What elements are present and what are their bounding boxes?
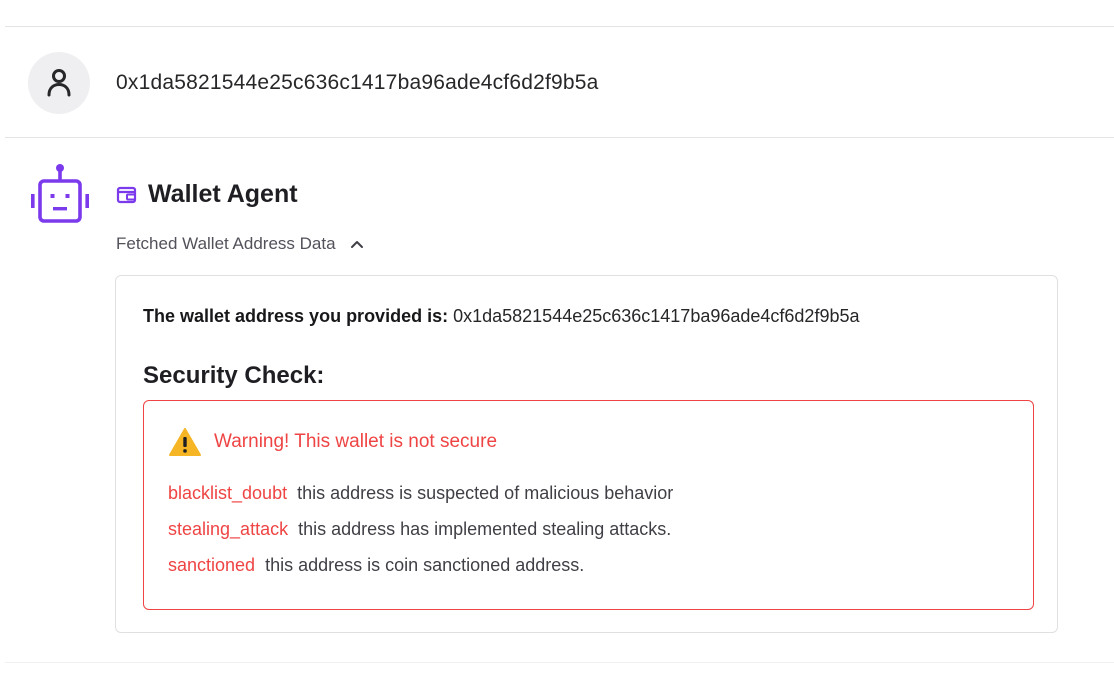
wallet-address-line: The wallet address you provided is: 0x1d…: [143, 306, 859, 327]
issue-description: this address has implemented stealing at…: [298, 519, 672, 539]
wallet-data-card: The wallet address you provided is: 0x1d…: [115, 275, 1058, 633]
user-message: 0x1da5821544e25c636c1417ba96ade4cf6d2f9b…: [28, 52, 599, 114]
wallet-address-label: The wallet address you provided is:: [143, 306, 449, 326]
issue-code: sanctioned: [168, 555, 256, 575]
user-avatar: [28, 52, 90, 114]
user-message-text: 0x1da5821544e25c636c1417ba96ade4cf6d2f9b…: [116, 71, 599, 94]
chat-page: 0x1da5821544e25c636c1417ba96ade4cf6d2f9b…: [0, 0, 1114, 676]
wallet-address-value: 0x1da5821544e25c636c1417ba96ade4cf6d2f9b…: [453, 306, 860, 326]
message-divider: [5, 137, 1114, 138]
top-divider: [5, 26, 1114, 27]
robot-icon: [31, 164, 89, 223]
agent-header: Wallet Agent: [116, 180, 298, 209]
security-check-title: Security Check:: [143, 362, 325, 389]
security-issue-item: sanctioned this address is coin sanctione…: [168, 555, 584, 576]
warning-header: Warning! This wallet is not secure: [168, 427, 497, 457]
user-icon: [47, 69, 71, 97]
security-issue-item: blacklist_doubt this address is suspected…: [168, 483, 673, 504]
issue-description: this address is suspected of malicious b…: [297, 483, 674, 503]
chevron-up-icon: [350, 239, 364, 249]
agent-title: Wallet Agent: [148, 180, 298, 208]
issue-code: stealing_attack: [168, 519, 289, 539]
security-issue-item: stealing_attack this address has implemen…: [168, 519, 671, 540]
bottom-divider: [5, 662, 1114, 663]
issue-description: this address is coin sanctioned address.: [265, 555, 585, 575]
warning-icon: [169, 428, 201, 456]
wallet-icon: [116, 186, 137, 203]
security-warning-box: Warning! This wallet is not secure black…: [143, 400, 1034, 610]
fetched-data-label: Fetched Wallet Address Data: [116, 234, 336, 253]
fetched-data-toggle[interactable]: Fetched Wallet Address Data: [116, 234, 364, 254]
issue-code: blacklist_doubt: [168, 483, 288, 503]
warning-title: Warning! This wallet is not secure: [214, 431, 498, 452]
